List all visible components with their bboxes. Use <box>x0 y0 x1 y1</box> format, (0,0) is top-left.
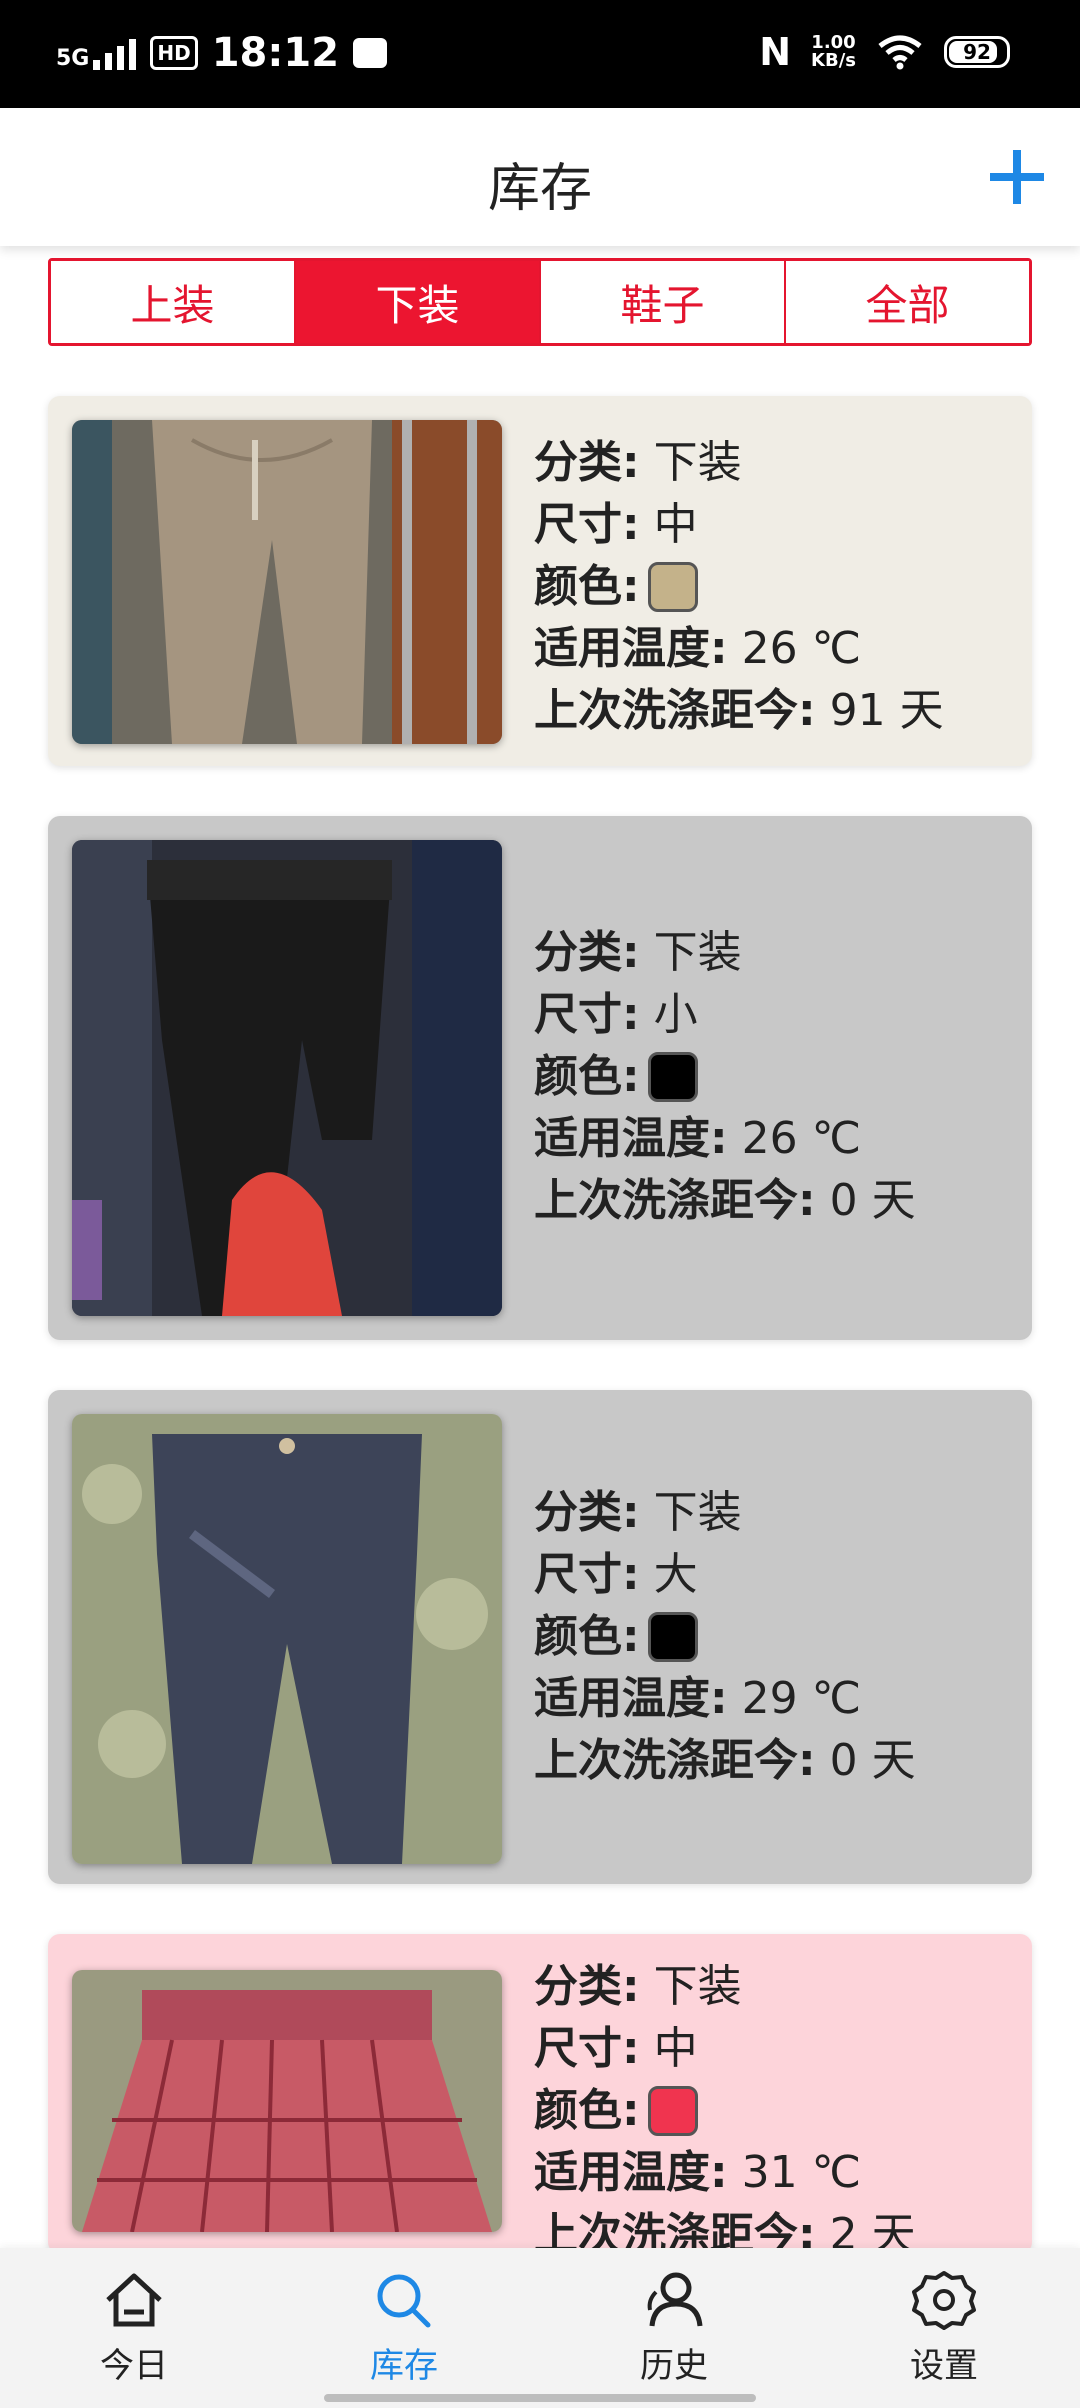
clothing-card[interactable]: 分类: 下装 尺寸: 小 颜色: 适用温度: 26 ℃ 上次洗涤距今: 0 天 <box>48 816 1032 1340</box>
temperature-value: 29 ℃ <box>741 1673 861 1724</box>
size-value: 小 <box>653 989 698 1040</box>
color-label: 颜色: <box>534 1611 640 1662</box>
nav-settings[interactable]: 设置 <box>854 2270 1034 2387</box>
temperature-label: 适用温度: <box>534 1673 728 1724</box>
nav-settings-label: 设置 <box>910 2346 978 2386</box>
clothing-card[interactable]: 分类: 下装 尺寸: 中 颜色: 适用温度: 31 ℃ 上次洗涤距今: 2 天 <box>48 1934 1032 2260</box>
color-swatch <box>647 562 698 612</box>
category-label: 分类: <box>534 437 640 488</box>
clothing-details: 分类: 下装 尺寸: 中 颜色: 适用温度: 26 ℃ 上次洗涤距今: 91 天 <box>534 432 944 742</box>
nfc-icon: N <box>759 30 792 74</box>
last-wash-label: 上次洗涤距今: <box>534 685 816 736</box>
clothing-details: 分类: 下装 尺寸: 中 颜色: 适用温度: 31 ℃ 上次洗涤距今: 2 天 <box>534 1956 916 2266</box>
size-value: 大 <box>653 1549 698 1600</box>
size-label: 尺寸: <box>534 2023 640 2074</box>
color-swatch <box>647 2086 698 2136</box>
last-wash-value: 91 天 <box>829 685 944 736</box>
category-value: 下装 <box>653 1961 742 2012</box>
size-label: 尺寸: <box>534 989 640 1040</box>
temperature-label: 适用温度: <box>534 1113 728 1164</box>
last-wash-label: 上次洗涤距今: <box>534 1175 816 1226</box>
home-indicator[interactable] <box>324 2394 756 2402</box>
color-label: 颜色: <box>534 2085 640 2136</box>
category-tabs: 上装 下装 鞋子 全部 <box>48 258 1032 346</box>
network-type: 5G <box>56 46 90 71</box>
category-value: 下装 <box>653 437 742 488</box>
clothing-photo <box>72 1970 502 2232</box>
size-label: 尺寸: <box>534 1549 640 1600</box>
people-icon <box>647 2272 703 2327</box>
network-speed: 1.00 KB/s <box>811 32 856 71</box>
clothing-details: 分类: 下装 尺寸: 小 颜色: 适用温度: 26 ℃ 上次洗涤距今: 0 天 <box>534 922 916 1232</box>
clothing-photo <box>72 1414 502 1864</box>
nav-history-label: 历史 <box>640 2346 708 2386</box>
clothing-card[interactable]: 分类: 下装 尺寸: 中 颜色: 适用温度: 26 ℃ 上次洗涤距今: 91 天 <box>48 396 1032 766</box>
temperature-label: 适用温度: <box>534 2147 728 2198</box>
nav-inventory[interactable]: 库存 <box>314 2270 494 2387</box>
last-wash-value: 0 天 <box>829 1175 916 1226</box>
last-wash-label: 上次洗涤距今: <box>534 1735 816 1786</box>
clothing-details: 分类: 下装 尺寸: 大 颜色: 适用温度: 29 ℃ 上次洗涤距今: 0 天 <box>534 1482 916 1792</box>
nav-inventory-label: 库存 <box>370 2346 438 2386</box>
message-icon <box>353 38 388 68</box>
color-swatch <box>647 1612 698 1662</box>
gear-icon <box>912 2271 976 2330</box>
size-value: 中 <box>653 499 698 550</box>
signal-icon <box>93 36 137 70</box>
category-label: 分类: <box>534 1961 640 2012</box>
plus-icon <box>990 150 1044 204</box>
clock: 18:12 <box>211 30 340 76</box>
last-wash-value: 0 天 <box>829 1735 916 1786</box>
temperature-value: 26 ℃ <box>741 623 861 674</box>
nav-today[interactable]: 今日 <box>44 2270 224 2387</box>
tab-all[interactable]: 全部 <box>786 261 1029 343</box>
add-button[interactable] <box>984 144 1050 210</box>
color-label: 颜色: <box>534 561 640 612</box>
app-header: 库存 <box>0 108 1080 246</box>
clothing-photo <box>72 840 502 1316</box>
nav-today-label: 今日 <box>100 2346 168 2386</box>
hd-badge: HD <box>150 36 198 70</box>
size-value: 中 <box>653 2023 698 2074</box>
category-value: 下装 <box>653 1487 742 1538</box>
temperature-value: 26 ℃ <box>741 1113 861 1164</box>
clothing-photo <box>72 420 502 744</box>
home-icon <box>106 2273 162 2327</box>
clothing-card[interactable]: 分类: 下装 尺寸: 大 颜色: 适用温度: 29 ℃ 上次洗涤距今: 0 天 <box>48 1390 1032 1884</box>
temperature-label: 适用温度: <box>534 623 728 674</box>
wifi-icon <box>876 34 924 70</box>
category-value: 下装 <box>653 927 742 978</box>
battery-icon: 92 <box>944 36 1010 68</box>
color-label: 颜色: <box>534 1051 640 1102</box>
color-swatch <box>647 1052 698 1102</box>
search-icon <box>377 2274 431 2328</box>
tab-tops[interactable]: 上装 <box>51 261 296 343</box>
tab-shoes[interactable]: 鞋子 <box>541 261 786 343</box>
nav-history[interactable]: 历史 <box>584 2270 764 2387</box>
page-title: 库存 <box>487 159 592 219</box>
category-label: 分类: <box>534 1487 640 1538</box>
bottom-nav: 今日 库存 历史 设置 <box>0 2248 1080 2408</box>
status-bar: 5G HD 18:12 N 1.00 KB/s 92 <box>0 0 1080 108</box>
size-label: 尺寸: <box>534 499 640 550</box>
temperature-value: 31 ℃ <box>741 2147 861 2198</box>
tab-bottoms[interactable]: 下装 <box>296 261 541 343</box>
category-label: 分类: <box>534 927 640 978</box>
